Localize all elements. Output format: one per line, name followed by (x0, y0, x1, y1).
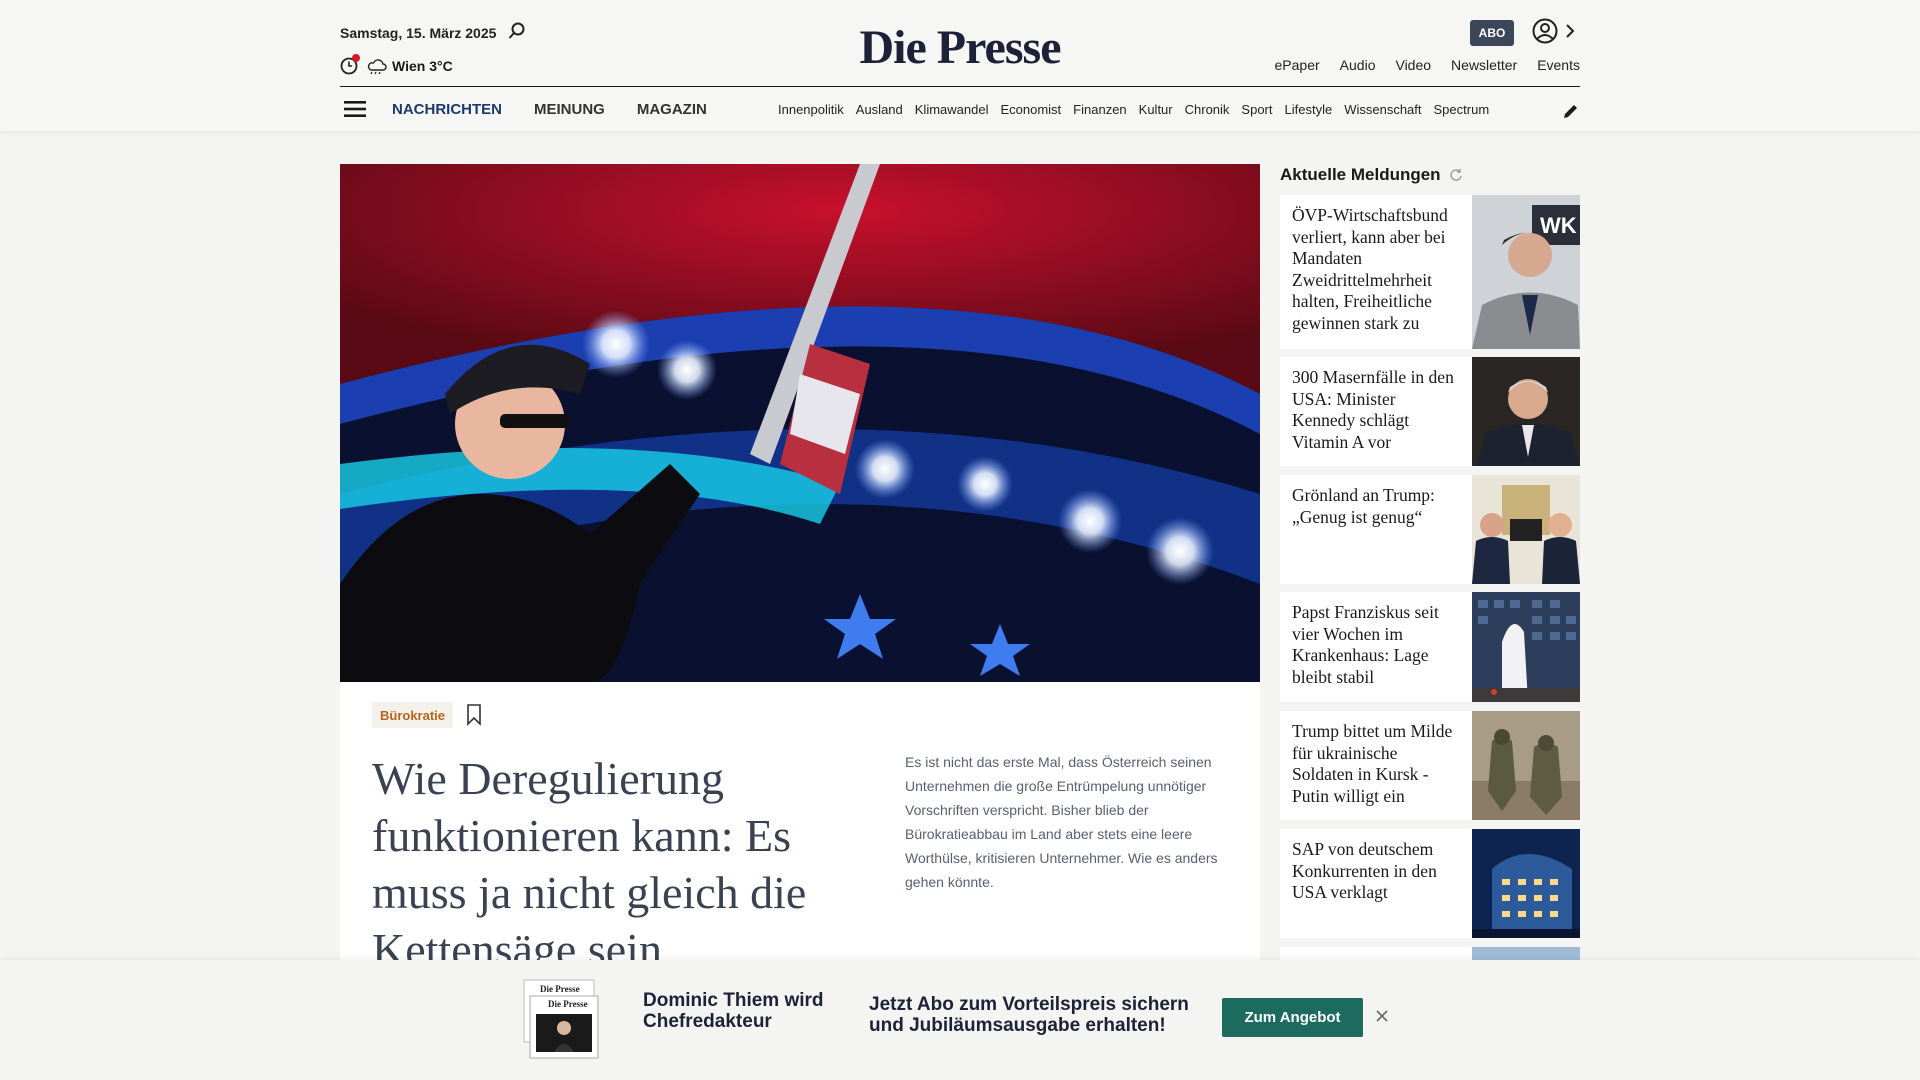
nav-nachrichten[interactable]: NACHRICHTEN (392, 101, 502, 118)
news-thumb (1472, 357, 1580, 466)
nav-magazin[interactable]: MAGAZIN (637, 101, 707, 118)
lead-article[interactable]: Bürokratie Wie Deregulierung funktionier… (340, 682, 1260, 975)
news-thumb (1472, 711, 1580, 820)
subnav-ausland[interactable]: Ausland (856, 102, 903, 117)
link-events[interactable]: Events (1537, 57, 1580, 73)
current-date: Samstag, 15. März 2025 (340, 25, 497, 41)
refresh-icon[interactable] (1449, 168, 1463, 182)
lead-headline[interactable]: Wie Deregulierung funktionieren kann: Es… (372, 750, 872, 978)
close-icon[interactable] (1375, 1009, 1389, 1023)
sub-nav: Innenpolitik Ausland Klimawandel Economi… (778, 102, 1540, 117)
subnav-klimawandel[interactable]: Klimawandel (915, 102, 989, 117)
top-links: ePaper Audio Video Newsletter Events (1275, 57, 1580, 73)
news-item[interactable]: SAP von deutschem Konkurrenten in den US… (1280, 829, 1580, 938)
nav-meinung[interactable]: MEINUNG (534, 101, 605, 118)
news-thumb (1472, 592, 1580, 702)
news-item[interactable]: Papst Franziskus seit vier Wochen im Kra… (1280, 592, 1580, 702)
promo-text: Jetzt Abo zum Vorteilspreis sichern und … (869, 994, 1189, 1036)
subnav-kultur[interactable]: Kultur (1139, 102, 1173, 117)
search-icon[interactable] (508, 22, 526, 40)
subnav-innenpolitik[interactable]: Innenpolitik (778, 102, 844, 117)
site-logo[interactable]: Die Presse (830, 20, 1090, 75)
menu-icon[interactable] (344, 100, 366, 118)
lead-teaser: Es ist nicht das erste Mal, dass Österre… (905, 754, 1218, 890)
weather-widget[interactable]: Wien 3°C (340, 54, 453, 76)
svg-text:Die Presse: Die Presse (548, 999, 588, 1009)
subnav-lifestyle[interactable]: Lifestyle (1285, 102, 1333, 117)
nav-divider (340, 86, 1580, 87)
news-thumb (1472, 829, 1580, 938)
subnav-sport[interactable]: Sport (1241, 102, 1272, 117)
news-item[interactable]: 300 Masernfälle in den USA: Minister Ken… (1280, 357, 1580, 466)
clock-icon (340, 54, 360, 75)
subnav-spectrum[interactable]: Spectrum (1434, 102, 1490, 117)
link-epaper[interactable]: ePaper (1275, 57, 1320, 73)
link-audio[interactable]: Audio (1340, 57, 1376, 73)
news-item[interactable]: Grönland an Trump: „Genug ist genug“ (1280, 475, 1580, 584)
subnav-economist[interactable]: Economist (1000, 102, 1061, 117)
news-thumb: WK (1472, 195, 1580, 349)
svg-text:WK: WK (1540, 213, 1577, 238)
abo-button[interactable]: ABO (1470, 20, 1514, 46)
weather-text: Wien 3°C (392, 58, 453, 74)
link-newsletter[interactable]: Newsletter (1451, 57, 1517, 73)
bookmark-icon[interactable] (466, 704, 482, 726)
sidebar-title: Aktuelle Meldungen (1280, 165, 1463, 185)
user-icon[interactable] (1532, 18, 1558, 44)
newspaper-image: Die Presse Die Presse (520, 978, 602, 1060)
subnav-chronik[interactable]: Chronik (1185, 102, 1230, 117)
svg-text:Die Presse: Die Presse (540, 984, 580, 994)
news-thumb (1472, 475, 1580, 584)
site-header: Samstag, 15. März 2025 Wien 3°C Die Pres… (0, 0, 1920, 131)
subnav-wissenschaft[interactable]: Wissenschaft (1344, 102, 1421, 117)
link-video[interactable]: Video (1395, 57, 1431, 73)
category-tag[interactable]: Bürokratie (372, 702, 454, 728)
news-item[interactable]: ÖVP-Wirtschaftsbund verliert, kann aber … (1280, 195, 1580, 349)
promo-headline: Dominic Thiem wird Chefredakteur (643, 990, 824, 1032)
pen-icon[interactable] (1562, 102, 1580, 120)
chevron-right-icon[interactable] (1564, 22, 1576, 40)
subscription-promo: Die Presse Die Presse Dominic Thiem wird… (0, 960, 1920, 1080)
main-nav: NACHRICHTEN MEINUNG MAGAZIN (392, 101, 707, 118)
news-item[interactable]: Trump bittet um Milde für ukrainische So… (1280, 711, 1580, 820)
cloud-icon (367, 59, 387, 75)
hero-image[interactable] (340, 164, 1260, 682)
zum-angebot-button[interactable]: Zum Angebot (1222, 998, 1363, 1037)
subnav-finanzen[interactable]: Finanzen (1073, 102, 1126, 117)
